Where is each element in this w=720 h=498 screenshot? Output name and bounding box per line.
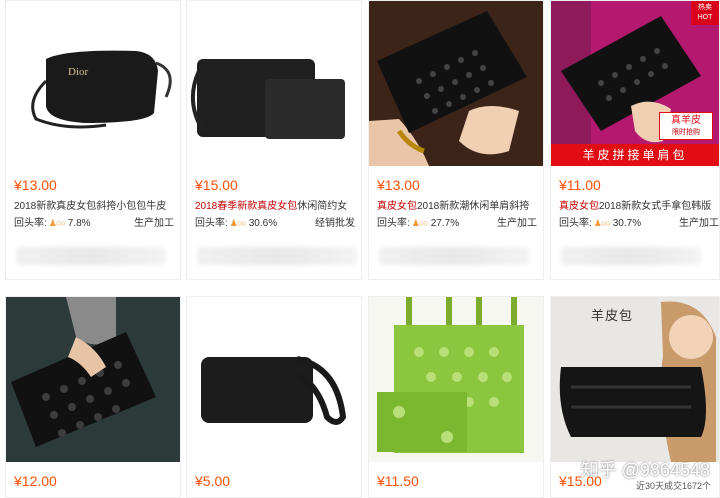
rate-label: 回头率: xyxy=(559,218,592,229)
meta-row: 回头率: ♟○○ 30.7% 生产加工 xyxy=(559,214,719,229)
product-title[interactable]: 2018春季新款真皮女包休闲简约女 xyxy=(195,197,355,212)
product-image[interactable] xyxy=(369,1,543,166)
overlay-text: 羊皮包 xyxy=(591,308,634,323)
rate-label: 回头率: xyxy=(14,218,47,229)
hot-tag: 热卖 HOT xyxy=(691,1,719,25)
product-card-2[interactable]: ¥15.00 2018春季新款真皮女包休闲简约女 回头率: ♟○○ 30.6% 经销… xyxy=(186,0,362,280)
handbag-image xyxy=(11,297,156,447)
title-highlight: 真皮女包 xyxy=(559,201,599,212)
product-image[interactable] xyxy=(187,1,361,166)
handbag-image xyxy=(377,297,524,453)
business-type: 生产加工 xyxy=(679,218,719,229)
price: ¥12.00 xyxy=(14,473,57,489)
price: ¥13.00 xyxy=(14,177,57,193)
title-rest: 斜挎小包包牛皮 xyxy=(96,201,167,212)
title-highlight: 真皮女包 xyxy=(377,201,417,212)
meta-row: 回头率: ♟○○ 7.8% 生产加工 xyxy=(14,214,174,229)
rate-label: 回头率: xyxy=(377,218,410,229)
product-image[interactable] xyxy=(369,297,543,462)
blurred-info xyxy=(379,247,529,265)
product-card-3[interactable]: ¥13.00 真皮女包2018新款潮休闲单肩斜挎 回头率: ♟○○ 27.7% 生产… xyxy=(368,0,544,280)
price: ¥11.00 xyxy=(559,177,601,193)
blurred-info xyxy=(561,247,701,265)
blurred-info xyxy=(197,247,357,265)
product-card-1[interactable]: Dior ¥13.00 2018新款真皮女包斜挎小包包牛皮 回头率: ♟○○ 7.8… xyxy=(5,0,181,280)
handbag-image xyxy=(559,301,716,462)
brand-logo: Dior xyxy=(68,66,89,78)
product-title[interactable]: 真皮女包2018新款女式手拿包韩版 xyxy=(559,197,719,212)
product-image[interactable]: Dior xyxy=(6,1,180,166)
title-highlight: 2018春季新款真皮女包 xyxy=(195,201,298,212)
product-image[interactable] xyxy=(6,297,180,462)
business-type: 经销批发 xyxy=(315,218,355,229)
product-title[interactable]: 2018新款真皮女包斜挎小包包牛皮 xyxy=(14,197,174,212)
title-rest: 休闲简约女 xyxy=(297,201,348,212)
product-card-6[interactable]: ¥5.00 xyxy=(186,296,362,498)
watermark: 知乎 @9864548 xyxy=(580,460,710,480)
person-icon: ♟○○ xyxy=(229,218,247,228)
product-card-4[interactable]: 热卖 HOT 真羊皮限时抢购 羊皮拼接单肩包 ¥11.00 真皮女包2018新款… xyxy=(550,0,720,280)
rate-label: 回头率: xyxy=(195,218,228,229)
business-type: 生产加工 xyxy=(134,218,174,229)
blurred-info xyxy=(16,247,166,265)
rate-value: 30.7% xyxy=(612,218,642,229)
title-rest: 2018新款潮休闲单肩斜挎 xyxy=(417,201,530,212)
handbag-image xyxy=(369,11,527,166)
rate-value: 27.7% xyxy=(430,218,460,229)
price: ¥15.00 xyxy=(195,177,238,193)
meta-row: 回头率: ♟○○ 30.6% 经销批发 xyxy=(195,214,355,229)
title-prefix: 2018新款真皮女包 xyxy=(14,201,97,212)
product-title[interactable]: 真皮女包2018新款潮休闲单肩斜挎 xyxy=(377,197,537,212)
badge-title: 真羊皮 xyxy=(671,115,701,126)
product-card-7[interactable]: ¥11.50 xyxy=(368,296,544,498)
product-image[interactable]: 热卖 HOT 真羊皮限时抢购 羊皮拼接单肩包 xyxy=(551,1,719,166)
promo-badge: 真羊皮 限时抢购 xyxy=(659,112,713,140)
product-image[interactable]: 羊皮包 xyxy=(551,297,719,462)
rate-value: 30.6% xyxy=(248,218,278,229)
handbag-image xyxy=(190,59,345,139)
person-icon: ♟○○ xyxy=(411,218,429,228)
meta-row: 回头率: ♟○○ 27.7% 生产加工 xyxy=(377,214,537,229)
handbag-image xyxy=(201,356,347,425)
product-card-5[interactable]: ¥12.00 xyxy=(5,296,181,498)
price: ¥13.00 xyxy=(377,177,420,193)
price: ¥5.00 xyxy=(195,473,231,489)
price: ¥11.50 xyxy=(377,473,419,489)
person-icon: ♟○○ xyxy=(48,218,66,228)
person-icon: ♟○○ xyxy=(593,218,611,228)
handbag-image xyxy=(551,1,701,166)
promo-banner: 羊皮拼接单肩包 xyxy=(551,144,719,166)
badge-subtitle: 限时抢购 xyxy=(672,129,700,136)
rate-value: 7.8% xyxy=(67,218,91,229)
title-rest: 2018新款女式手拿包韩版 xyxy=(599,201,712,212)
handbag-image: Dior xyxy=(31,50,172,129)
product-image[interactable] xyxy=(187,297,361,462)
business-type: 生产加工 xyxy=(497,218,537,229)
